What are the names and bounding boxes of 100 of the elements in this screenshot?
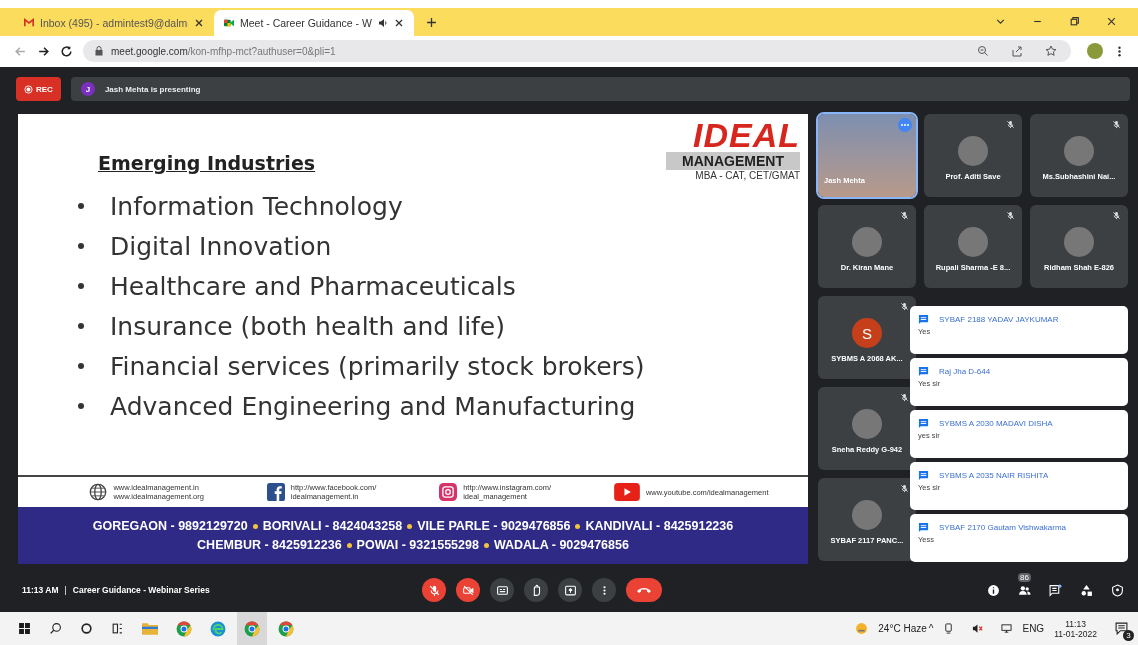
instagram-icon bbox=[439, 483, 458, 501]
end-call-button[interactable] bbox=[626, 578, 662, 602]
new-tab-icon[interactable] bbox=[426, 16, 437, 28]
separator: | bbox=[64, 585, 67, 595]
tray-chevron[interactable]: ^ bbox=[928, 623, 934, 634]
close-icon[interactable] bbox=[1106, 15, 1117, 27]
camera-button[interactable] bbox=[456, 578, 480, 602]
captions-button[interactable] bbox=[490, 578, 514, 602]
mic-off-icon bbox=[427, 583, 441, 597]
search-icon[interactable] bbox=[49, 622, 62, 635]
separator-dot bbox=[346, 542, 352, 548]
avatar-placeholder bbox=[1064, 227, 1094, 257]
branch-phone: CHEMBUR - 8425912236 bbox=[197, 538, 342, 552]
participant-count-badge: 86 bbox=[1018, 572, 1031, 582]
raise-hand-button[interactable] bbox=[524, 578, 548, 602]
star-icon[interactable] bbox=[1045, 45, 1057, 58]
branch-phone: VILE PARLE - 9029476856 bbox=[417, 519, 571, 533]
people-icon[interactable] bbox=[1018, 583, 1031, 597]
info-icon[interactable] bbox=[987, 583, 1000, 597]
bullet-icon bbox=[78, 283, 84, 289]
avatar-placeholder bbox=[852, 500, 882, 530]
present-button[interactable] bbox=[558, 578, 582, 602]
browser-icon bbox=[244, 620, 260, 637]
chat-icon[interactable] bbox=[1049, 583, 1062, 597]
facebook-icon bbox=[266, 483, 285, 501]
presenting-text: Jash Mehta is presenting bbox=[104, 84, 201, 94]
bullet-text: Insurance (both health and life) bbox=[110, 311, 505, 341]
notification-count: 3 bbox=[1123, 630, 1134, 641]
globe-icon bbox=[89, 483, 108, 501]
branch-phone: WADALA - 9029476856 bbox=[493, 538, 629, 552]
bullet-text: Financial services (primarily stock brokers) bbox=[110, 351, 645, 381]
chat-icon bbox=[918, 522, 929, 533]
avatar-placeholder bbox=[958, 227, 988, 257]
language-indicator[interactable]: ENG bbox=[1022, 623, 1045, 634]
bullet-text: Healthcare and Pharmaceuticals bbox=[110, 271, 516, 301]
avatar-placeholder bbox=[1064, 136, 1094, 166]
share-icon[interactable] bbox=[1011, 45, 1023, 58]
presenter-avatar: J bbox=[80, 82, 95, 96]
separator-dot bbox=[252, 523, 258, 529]
microphone-button[interactable] bbox=[422, 578, 446, 602]
reload-icon[interactable] bbox=[60, 44, 73, 58]
notifications-icon[interactable] bbox=[1115, 622, 1128, 635]
circle-icon[interactable] bbox=[80, 622, 93, 635]
camera-off-icon bbox=[461, 583, 475, 597]
slide-title: Emerging Industries bbox=[98, 152, 316, 174]
clock-date[interactable]: 11-01-2022 bbox=[1054, 628, 1097, 639]
separator-dot bbox=[575, 523, 581, 529]
clock-time[interactable]: 11:13 bbox=[1065, 618, 1086, 629]
phone-hangup-icon bbox=[636, 585, 652, 595]
task-view-icon[interactable] bbox=[111, 622, 124, 635]
browser-icon bbox=[176, 620, 192, 637]
sender-name: SYBAF 2188 YADAV JAYKUMAR bbox=[939, 315, 1059, 324]
bullet-text: Information Technology bbox=[110, 191, 403, 221]
url-text: meet.google.com/kon-mfhp-mct?authuser=0&pli=1 bbox=[111, 45, 336, 57]
bullet-icon bbox=[78, 203, 84, 209]
avatar-placeholder bbox=[852, 409, 882, 439]
shield-icon[interactable] bbox=[1111, 583, 1124, 597]
mail-icon bbox=[24, 17, 34, 28]
edge-browser-icon bbox=[210, 620, 226, 637]
browser-tab[interactable]: Inbox (495) - admintest9@dalmi bbox=[14, 9, 214, 36]
captions-icon bbox=[495, 583, 509, 597]
chat-icon bbox=[918, 470, 929, 481]
recording-label: REC bbox=[36, 84, 53, 94]
meeting-title: Career Guidance - Webinar Series bbox=[72, 585, 210, 595]
branch-phone: GOREGAON - 9892129720 bbox=[92, 519, 248, 533]
youtube-icon bbox=[613, 483, 640, 501]
sender-name: SYBAF 2170 Gautam Vishwakarma bbox=[939, 523, 1067, 532]
shapes-icon[interactable] bbox=[1080, 583, 1093, 597]
branch-phone: POWAI - 9321555298 bbox=[356, 538, 479, 552]
sender-name: SYBMS A 2030 MADAVI DISHA bbox=[939, 419, 1053, 428]
lock-icon bbox=[95, 46, 103, 57]
sender-name: SYBMS A 2035 NAIR RISHITA bbox=[939, 471, 1049, 480]
weather-sun-icon bbox=[855, 622, 869, 635]
bullet-icon bbox=[78, 243, 84, 249]
logo-band: MANAGEMENT bbox=[666, 152, 800, 170]
logo-tagline: MBA - CAT, CET/GMAT bbox=[695, 170, 800, 181]
zoom-icon[interactable] bbox=[977, 45, 989, 58]
profile-avatar[interactable] bbox=[1087, 43, 1103, 60]
folder-icon bbox=[142, 620, 158, 637]
bullet-text: Advanced Engineering and Manufacturing bbox=[110, 391, 636, 421]
forward-arrow-icon[interactable] bbox=[37, 44, 50, 58]
separator-dot bbox=[483, 542, 489, 548]
weather-text[interactable]: 24°C Haze bbox=[878, 623, 927, 634]
close-icon[interactable] bbox=[194, 17, 204, 28]
network-icon[interactable] bbox=[1001, 623, 1013, 634]
taskbar-app[interactable] bbox=[237, 612, 267, 645]
address-bar[interactable]: meet.google.com/kon-mfhp-mct?authuser=0&pli=1 bbox=[83, 40, 1071, 63]
more-options-button[interactable] bbox=[592, 578, 616, 602]
bullet-icon bbox=[78, 403, 84, 409]
bullet-icon bbox=[78, 363, 84, 369]
branch-phone: BORIVALI - 8424043258 bbox=[262, 519, 403, 533]
more-options-icon[interactable] bbox=[898, 118, 912, 132]
record-icon bbox=[24, 84, 33, 94]
avatar-placeholder bbox=[958, 136, 988, 166]
speaker-muted-icon[interactable] bbox=[972, 623, 984, 634]
restore-icon[interactable] bbox=[1069, 15, 1080, 27]
close-icon[interactable] bbox=[394, 17, 404, 28]
bullet-icon bbox=[78, 323, 84, 329]
windows-start-icon[interactable] bbox=[18, 622, 31, 635]
browser-tab[interactable]: Meet - Career Guidance - W bbox=[214, 9, 414, 36]
